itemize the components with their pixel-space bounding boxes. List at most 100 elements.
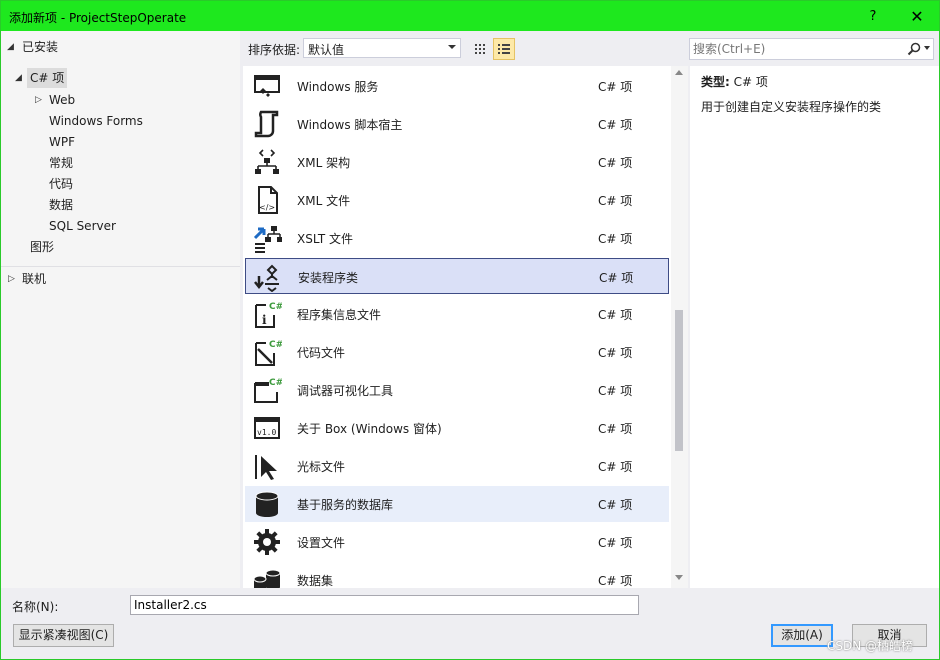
title-bar: 添加新项 - ProjectStepOperate ? ✕ <box>1 1 939 31</box>
list-item[interactable]: v1.0 关于 Box (Windows 窗体) C# 项 <box>245 410 669 446</box>
tree-node-code[interactable]: 代码 <box>1 174 240 194</box>
item-name: 关于 Box (Windows 窗体) <box>297 422 442 436</box>
expanded-triangle-icon[interactable]: ◢ <box>15 73 22 83</box>
tree-node-csharp[interactable]: ◢ C# 项 <box>1 68 240 88</box>
item-name: 调试器可视化工具 <box>297 384 394 398</box>
service-database-icon <box>255 491 279 517</box>
window-title: 添加新项 - ProjectStepOperate <box>9 11 187 25</box>
list-item[interactable]: 光标文件 C# 项 <box>245 448 669 484</box>
xml-file-icon: </> <box>258 186 278 214</box>
item-type: C# 项 <box>598 346 633 360</box>
svg-text:C#: C# <box>269 378 282 388</box>
list-item[interactable]: XSLT 文件 C# 项 <box>245 220 669 256</box>
svg-text:v1.0: v1.0 <box>257 428 276 437</box>
description-text: 用于创建自定义安装程序操作的类 <box>701 100 882 114</box>
tree-node-installed[interactable]: ◢ 已安装 <box>1 37 240 57</box>
tree-divider <box>1 266 240 267</box>
compact-view-button[interactable]: 显示紧凑视图(C) <box>13 624 114 647</box>
list-item[interactable]: Windows 脚本宿主 C# 项 <box>245 106 669 142</box>
description-type-label: 类型: <box>701 75 730 89</box>
help-button[interactable]: ? <box>853 1 893 31</box>
item-type: C# 项 <box>598 80 633 94</box>
list-item[interactable]: C# i 程序集信息文件 C# 项 <box>245 296 669 332</box>
search-input[interactable] <box>693 40 898 58</box>
item-type: C# 项 <box>599 271 634 285</box>
tree-label-windows-forms: Windows Forms <box>49 114 143 128</box>
item-name: 数据集 <box>297 574 334 588</box>
sort-dropdown[interactable]: 默认值 <box>303 38 461 58</box>
sort-label: 排序依据: <box>248 43 301 57</box>
list-item[interactable]: 数据集 C# 项 <box>245 562 669 588</box>
name-label: 名称(N): <box>12 600 59 614</box>
tree-node-web[interactable]: ▷ Web <box>1 90 240 110</box>
list-item[interactable]: 设置文件 C# 项 <box>245 524 669 560</box>
tree-label-general: 常规 <box>49 156 74 170</box>
scroll-up-icon[interactable] <box>675 70 683 75</box>
tree-node-sql-server[interactable]: SQL Server <box>1 216 240 236</box>
search-box[interactable] <box>689 38 934 60</box>
tree-node-data[interactable]: 数据 <box>1 195 240 215</box>
search-options-dropdown-icon[interactable] <box>924 46 930 50</box>
description-panel: 类型: C# 项 用于创建自定义安装程序操作的类 <box>690 66 939 588</box>
windows-service-icon <box>254 75 280 97</box>
item-name: XML 架构 <box>297 156 351 170</box>
collapsed-triangle-icon[interactable]: ▷ <box>8 274 15 284</box>
item-name: 光标文件 <box>297 460 346 474</box>
list-view-button[interactable] <box>493 38 515 60</box>
item-name: Windows 服务 <box>297 80 379 94</box>
tree-label-sql-server: SQL Server <box>49 219 116 233</box>
list-item[interactable]: Windows 服务 C# 项 <box>245 68 669 104</box>
scroll-down-icon[interactable] <box>675 575 683 580</box>
tree-node-general[interactable]: 常规 <box>1 153 240 173</box>
search-icon[interactable] <box>907 42 921 56</box>
svg-text:i: i <box>262 313 267 327</box>
watermark: CSDN @栖皓榜 <box>827 639 914 653</box>
svg-text:C#: C# <box>269 340 282 350</box>
template-list: Windows 服务 C# 项 Windows 脚本宿主 C# 项 XML 架构… <box>243 66 671 588</box>
tree-label-wpf: WPF <box>49 135 76 149</box>
list-item[interactable]: </> XML 文件 C# 项 <box>245 182 669 218</box>
tree-label-code: 代码 <box>49 177 74 191</box>
item-type: C# 项 <box>598 460 633 474</box>
tree-node-online[interactable]: ▷ 联机 <box>1 269 240 289</box>
close-button[interactable]: ✕ <box>897 1 937 31</box>
xml-schema-icon <box>255 149 279 174</box>
item-type: C# 项 <box>598 536 633 550</box>
expanded-triangle-icon[interactable]: ◢ <box>7 42 14 52</box>
list-item[interactable]: C# 调试器可视化工具 C# 项 <box>245 372 669 408</box>
item-type: C# 项 <box>598 422 633 436</box>
item-name: 程序集信息文件 <box>297 308 382 322</box>
name-field[interactable] <box>130 595 639 615</box>
tree-label-data: 数据 <box>49 198 74 212</box>
item-name: XML 文件 <box>297 194 351 208</box>
about-box-icon: v1.0 <box>254 417 280 439</box>
debugger-visualizer-icon: C# <box>254 378 282 403</box>
add-new-item-dialog: 添加新项 - ProjectStepOperate ? ✕ ◢ 已安装 ◢ C#… <box>0 0 940 660</box>
item-name: 基于服务的数据库 <box>297 498 394 512</box>
list-item[interactable]: 安装程序类 C# 项 <box>245 258 669 294</box>
list-item[interactable]: C# 代码文件 C# 项 <box>245 334 669 370</box>
tree-label-graphics: 图形 <box>30 240 55 254</box>
item-name: 安装程序类 <box>298 271 359 285</box>
item-type: C# 项 <box>598 194 633 208</box>
code-file-icon: C# <box>255 340 282 366</box>
medium-icons-view-button[interactable] <box>469 38 491 60</box>
tree-label-web: Web <box>49 93 76 107</box>
list-scrollbar[interactable] <box>671 66 688 588</box>
installer-class-icon <box>254 264 279 292</box>
grid-view-icon <box>475 44 485 54</box>
template-tree: ◢ 已安装 ◢ C# 项 ▷ Web Windows Forms WPF 常规 … <box>1 31 240 588</box>
tree-node-windows-forms[interactable]: Windows Forms <box>1 111 240 131</box>
item-name: 设置文件 <box>297 536 346 550</box>
list-item[interactable]: 基于服务的数据库 C# 项 <box>245 486 669 522</box>
tree-label-online: 联机 <box>22 272 47 286</box>
add-button[interactable]: 添加(A) <box>771 624 833 647</box>
settings-file-icon <box>254 529 280 555</box>
list-item[interactable]: XML 架构 C# 项 <box>245 144 669 180</box>
item-name: 代码文件 <box>297 346 346 360</box>
scrollbar-thumb[interactable] <box>675 310 683 451</box>
collapsed-triangle-icon[interactable]: ▷ <box>35 95 42 105</box>
tree-node-wpf[interactable]: WPF <box>1 132 240 152</box>
description-type: 类型: C# 项 <box>701 73 768 90</box>
tree-node-graphics[interactable]: 图形 <box>1 237 240 257</box>
